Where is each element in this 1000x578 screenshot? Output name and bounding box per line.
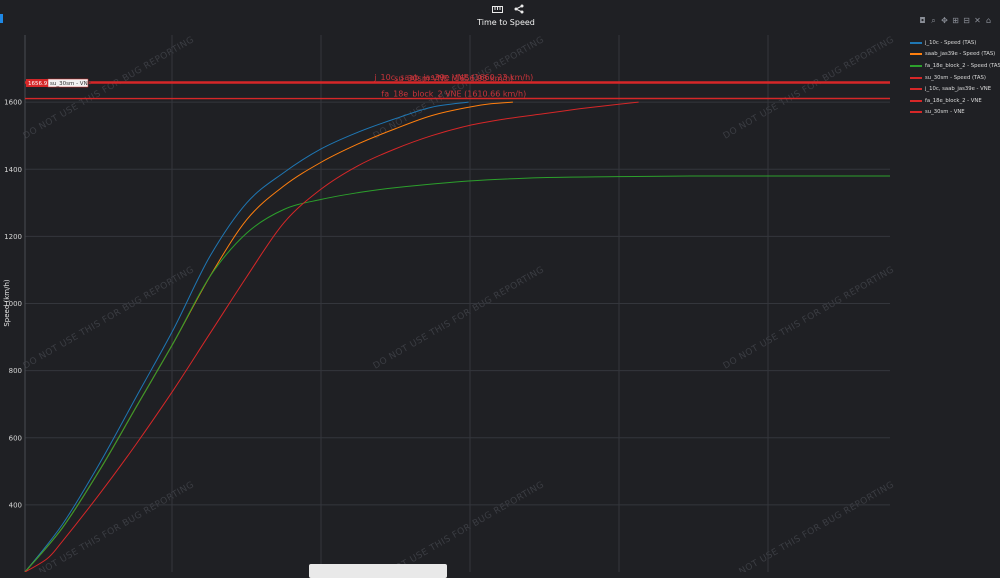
- legend-swatch: [910, 42, 922, 44]
- series-line-j-10c-speed-tas-[interactable]: [25, 102, 469, 572]
- legend-label: fa_18e_block_2 - VNE: [925, 98, 982, 104]
- legend-item[interactable]: saab_jas39e - Speed (TAS): [910, 49, 1000, 61]
- watermark-text-0: DO NOT USE THIS FOR BUG REPORTING: [22, 35, 197, 142]
- y-tick-label: 1200: [4, 233, 22, 241]
- hover-labels: 1656.93su_30sm - VNE: [26, 79, 92, 87]
- legend-label: saab_jas39e - Speed (TAS): [925, 51, 995, 57]
- hover-series-label-0: su_30sm - VNE: [50, 81, 92, 87]
- series-line-saab-jas39e-speed-tas-[interactable]: [25, 102, 513, 572]
- legend-swatch: [910, 100, 922, 102]
- watermark-text-4: DO NOT USE THIS FOR BUG REPORTING: [372, 265, 547, 372]
- hover-tooltip: [309, 564, 447, 578]
- vne-annotation-1: su_30sm VNE (1656.93 km/h): [394, 74, 513, 83]
- legend-label: fa_18e_block_2 - Speed (TAS): [925, 63, 1000, 69]
- legend: j_10c - Speed (TAS) saab_jas39e - Speed (…: [910, 37, 1000, 118]
- watermark-text-5: DO NOT USE THIS FOR BUG REPORTING: [722, 265, 897, 372]
- vne-annotation-2: fa_18e_block_2 VNE (1610.66 km/h): [381, 90, 526, 99]
- watermark-text-8: DO NOT USE THIS FOR BUG REPORTING: [722, 480, 897, 572]
- legend-swatch: [910, 65, 922, 67]
- legend-item[interactable]: su_30sm - Speed (TAS): [910, 72, 1000, 84]
- series-line-su-30sm-speed-tas-[interactable]: [25, 102, 639, 572]
- legend-label: su_30sm - Speed (TAS): [925, 75, 986, 81]
- legend-swatch: [910, 77, 922, 79]
- watermark-text-1: DO NOT USE THIS FOR BUG REPORTING: [372, 35, 547, 142]
- y-axis-title: Speed (km/h): [3, 279, 11, 327]
- chart-plot[interactable]: DO NOT USE THIS FOR BUG REPORTING DO NOT …: [0, 0, 1000, 572]
- legend-item[interactable]: su_30sm - VNE: [910, 107, 1000, 119]
- legend-label: su_30sm - VNE: [925, 109, 965, 115]
- legend-label: j_10c - Speed (TAS): [925, 40, 976, 46]
- series-lines: [25, 82, 890, 572]
- y-tick-label: 1600: [4, 99, 22, 107]
- legend-item[interactable]: fa_18e_block_2 - VNE: [910, 95, 1000, 107]
- legend-swatch: [910, 88, 922, 90]
- y-tick-label: 400: [9, 501, 22, 509]
- legend-item[interactable]: j_10c - Speed (TAS): [910, 37, 1000, 49]
- y-tick-label: 600: [9, 434, 22, 442]
- legend-swatch: [910, 53, 922, 55]
- y-tick-label: 800: [9, 367, 22, 375]
- y-tick-label: 1400: [4, 166, 22, 174]
- watermark-text-3: DO NOT USE THIS FOR BUG REPORTING: [22, 265, 197, 372]
- legend-item[interactable]: j_10c, saab_jas39e - VNE: [910, 83, 1000, 95]
- legend-swatch: [910, 111, 922, 113]
- watermark-text-7: DO NOT USE THIS FOR BUG REPORTING: [372, 480, 547, 572]
- legend-item[interactable]: fa_18e_block_2 - Speed (TAS): [910, 60, 1000, 72]
- legend-label: j_10c, saab_jas39e - VNE: [925, 86, 991, 92]
- watermark-text-2: DO NOT USE THIS FOR BUG REPORTING: [722, 35, 897, 142]
